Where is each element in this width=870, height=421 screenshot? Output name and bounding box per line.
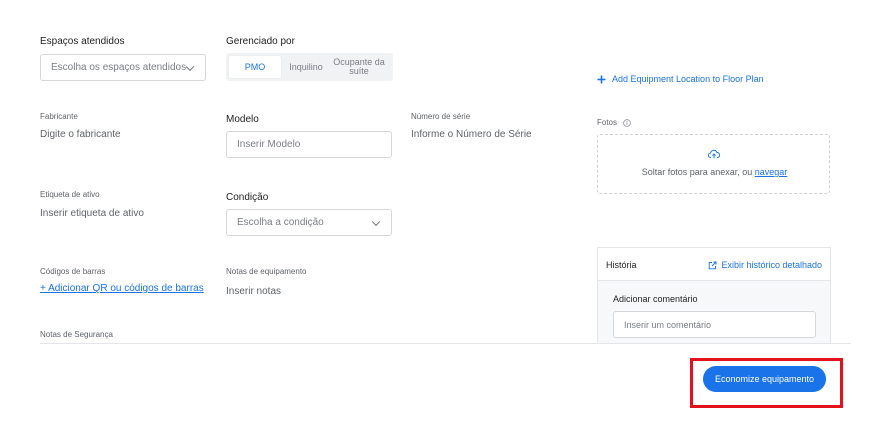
serial-input[interactable]: Informe o Número de Série	[411, 129, 532, 140]
save-equipment-button[interactable]: Economize equipamento	[703, 366, 826, 392]
manufacturer-label: Fabricante	[40, 112, 78, 121]
asset-tag-input[interactable]: Inserir etiqueta de ativo	[40, 208, 144, 219]
equipment-notes-input[interactable]: Inserir notas	[226, 286, 281, 297]
chevron-down-icon	[185, 62, 195, 71]
safety-notes-label: Notas de Segurança	[40, 330, 113, 339]
plus-icon	[597, 75, 606, 83]
history-detail-link[interactable]: Exibir histórico detalhado	[708, 260, 822, 270]
model-label: Modelo	[226, 114, 259, 125]
photos-label: Fotos	[597, 118, 618, 127]
dropzone-text: Soltar fotos para anexar, ou navegar	[598, 167, 831, 177]
dropzone-instructions: Soltar fotos para anexar, ou	[641, 167, 755, 177]
barcodes-label: Códigos de barras	[40, 267, 106, 276]
managed-by-option-suite[interactable]: Ocupante da suíte	[331, 58, 387, 76]
photos-header: Fotos	[597, 118, 631, 127]
history-title: História	[606, 260, 637, 270]
spaces-select[interactable]: Escolha os espaços atendidos	[40, 54, 206, 81]
history-detail-label: Exibir histórico detalhado	[721, 260, 822, 270]
condition-label: Condição	[226, 192, 269, 203]
external-link-icon	[709, 261, 717, 269]
condition-select[interactable]: Escolha a condição	[226, 209, 392, 236]
add-barcode-link[interactable]: + Adicionar QR ou códigos de barras	[40, 283, 204, 294]
managed-by-option-tenant[interactable]: Inquilino	[281, 62, 331, 72]
photo-dropzone[interactable]: Soltar fotos para anexar, ou navegar	[597, 134, 830, 194]
model-input[interactable]: Inserir Modelo	[226, 131, 392, 158]
history-panel: História Exibir histórico detalhado Adic…	[597, 247, 831, 344]
managed-by-label: Gerenciado por	[226, 36, 295, 47]
model-input-text: Inserir Modelo	[237, 139, 301, 150]
floorplan-link[interactable]: Add Equipment Location to Floor Plan	[597, 74, 764, 84]
managed-by-segmented: PMO Inquilino Ocupante da suíte	[226, 53, 393, 81]
comment-label: Adicionar comentário	[613, 294, 698, 304]
manufacturer-input[interactable]: Digite o fabricante	[40, 129, 121, 140]
footer-divider	[40, 343, 851, 344]
browse-link[interactable]: navegar	[755, 167, 788, 177]
managed-by-option-pmo[interactable]: PMO	[229, 56, 281, 78]
asset-tag-label: Etiqueta de ativo	[40, 190, 100, 199]
spaces-select-text: Escolha os espaços atendidos	[51, 62, 187, 73]
comment-input[interactable]: Inserir um comentário	[613, 311, 816, 338]
condition-select-text: Escolha a condição	[237, 217, 324, 228]
floorplan-link-label: Add Equipment Location to Floor Plan	[612, 74, 764, 84]
equipment-notes-label: Notas de equipamento	[226, 267, 307, 276]
chevron-down-icon	[371, 217, 381, 226]
cloud-upload-icon	[708, 149, 720, 159]
serial-label: Número de série	[411, 112, 471, 121]
spaces-label: Espaços atendidos	[40, 36, 125, 47]
info-icon	[623, 118, 631, 127]
comment-input-text: Inserir um comentário	[624, 319, 712, 330]
